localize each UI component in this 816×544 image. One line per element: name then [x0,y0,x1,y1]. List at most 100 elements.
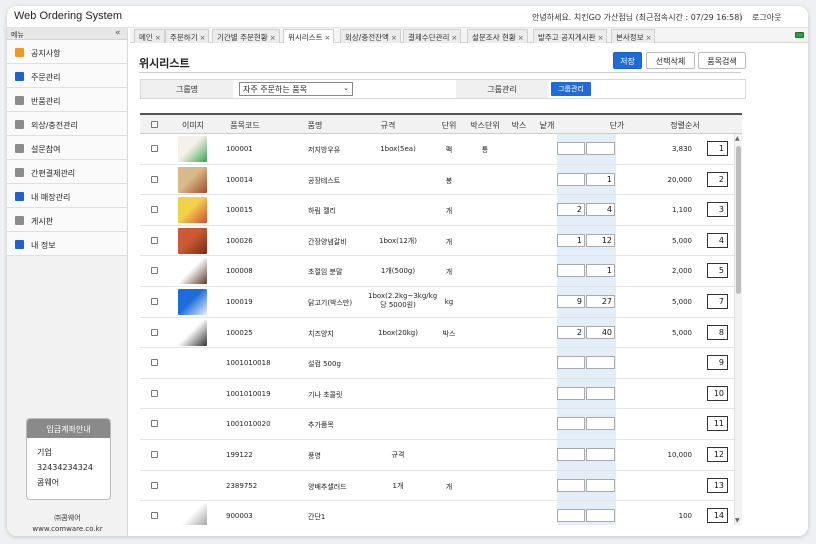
box-quantity-input[interactable] [557,509,585,523]
row-checkbox[interactable] [151,206,158,214]
tab-1[interactable]: 메인 × [134,29,165,43]
sort-order-input[interactable]: 9 [707,355,728,371]
close-icon[interactable]: × [200,34,206,42]
sort-order-input[interactable]: 11 [707,416,728,432]
sidebar-item[interactable]: 반품관리 [7,88,127,112]
sidebar-item[interactable]: 게시판 [7,208,127,232]
each-quantity-input[interactable] [586,142,615,155]
sidebar-item[interactable]: 주문관리 [7,64,127,88]
save-button[interactable]: 저장 [613,52,642,69]
sidebar-item[interactable]: 공지사항 [7,40,127,64]
tab-8[interactable]: 발주고 공지게시판 × [533,29,608,43]
tab-5[interactable]: 외상/충전잔액 × [340,29,401,43]
sort-order-input[interactable]: 14 [707,508,728,524]
tab-4[interactable]: 위시리스트 × [283,29,335,43]
each-quantity-input[interactable] [586,356,615,370]
close-icon[interactable]: × [270,34,276,42]
box-quantity-input[interactable] [557,417,585,431]
sidebar-item[interactable]: 내 정보 [7,232,127,256]
row-checkbox[interactable] [151,175,158,183]
row-checkbox[interactable] [151,420,158,428]
each-quantity-input[interactable] [586,478,615,492]
bank-account-title: 입금계좌안내 [27,419,110,438]
group-select[interactable]: 자주 주문하는 품목 ⌄ [239,82,353,96]
each-quantity-input[interactable]: 12 [586,233,615,247]
box-quantity-input[interactable] [557,356,585,370]
each-quantity-input[interactable]: 27 [586,295,615,308]
tab-7[interactable]: 설문조사 현황 × [467,29,528,43]
sidebar-item[interactable]: 외상/충전관리 [7,112,127,136]
row-checkbox[interactable] [151,389,158,397]
box-quantity-input[interactable] [557,264,585,278]
each-quantity-input[interactable] [586,417,615,431]
select-all-checkbox[interactable] [151,121,158,128]
box-quantity-input[interactable] [557,172,585,186]
box-quantity-input[interactable] [557,142,585,155]
sort-order-input[interactable]: 5 [707,263,728,279]
sort-order-input[interactable]: 12 [707,447,728,462]
row-checkbox[interactable] [151,328,158,336]
group-name-label: 그룹명 [141,80,233,98]
table-scrollbar[interactable]: ▲ ▼ [734,134,742,525]
scrollbar-thumb[interactable] [736,146,741,294]
each-quantity-input[interactable]: 4 [586,203,615,217]
box-quantity-input[interactable]: 1 [557,233,585,247]
tab-2[interactable]: 주문하기 × [165,29,210,43]
company-url[interactable]: www.comware.co.kr [7,524,128,535]
row-checkbox[interactable] [151,298,158,305]
sidebar-item[interactable]: 내 매장관리 [7,184,127,208]
column-header: 이미지 [181,121,205,130]
scroll-up-icon[interactable]: ▲ [735,135,740,142]
delete-selected-button[interactable]: 선택삭제 [646,52,695,69]
row-checkbox[interactable] [151,451,158,458]
box-quantity-input[interactable]: 9 [557,295,585,308]
each-quantity-input[interactable] [586,386,615,400]
tab-6[interactable]: 결제수단관리 × [403,29,462,43]
product-thumbnail [178,197,207,224]
close-icon[interactable]: × [155,34,161,42]
each-quantity-input[interactable]: 1 [586,264,615,278]
box-quantity-input[interactable] [557,448,585,461]
row-checkbox[interactable] [151,359,158,367]
sort-order-input[interactable]: 2 [707,171,728,187]
greeting-text: 안녕하세요. 치킨GO 가산점님 (최근접속시간 : 07/29 16:58) [532,13,743,22]
sidebar-collapse-icon[interactable]: « [115,28,121,38]
row-checkbox[interactable] [151,267,158,275]
unit-price: 5,000 [671,328,692,337]
box-quantity-input[interactable]: 2 [557,325,585,339]
close-icon[interactable]: × [518,34,524,42]
close-icon[interactable]: × [598,34,604,42]
tab-9[interactable]: 본사정보 × [611,29,656,43]
sidebar-item[interactable]: 간편결제관리 [7,160,127,184]
group-manage-button[interactable]: 그룹관리 [551,82,591,96]
each-quantity-input[interactable] [586,448,615,461]
sidebar-item[interactable]: 설문참여 [7,136,127,160]
sort-order-input[interactable]: 1 [707,141,728,156]
sort-order-input[interactable]: 4 [707,232,728,248]
unit-price: 2,000 [671,267,692,276]
app-title: Web Ordering System [14,10,123,22]
product-search-button[interactable]: 품목검색 [698,52,746,69]
row-checkbox[interactable] [151,236,158,244]
box-quantity-input[interactable] [557,386,585,400]
close-icon[interactable]: × [646,34,652,42]
box-quantity-input[interactable] [557,478,585,492]
logout-link[interactable]: 로그아웃 [752,12,781,23]
sort-order-input[interactable]: 8 [707,324,728,340]
sort-order-input[interactable]: 13 [707,477,728,493]
row-checkbox[interactable] [151,481,158,489]
each-quantity-input[interactable] [586,509,615,523]
close-icon[interactable]: × [325,34,331,42]
each-quantity-input[interactable]: 1 [586,172,615,186]
tab-3[interactable]: 기간별 주문현황 × [212,29,280,43]
sort-order-input[interactable]: 3 [707,202,728,218]
scroll-down-icon[interactable]: ▼ [735,517,740,524]
each-quantity-input[interactable]: 40 [586,325,615,339]
sort-order-input[interactable]: 7 [707,294,728,309]
row-checkbox[interactable] [151,512,158,520]
close-icon[interactable]: × [391,34,397,42]
box-quantity-input[interactable]: 2 [557,203,585,217]
close-icon[interactable]: × [451,34,457,42]
row-checkbox[interactable] [151,145,158,152]
sort-order-input[interactable]: 10 [707,385,728,401]
